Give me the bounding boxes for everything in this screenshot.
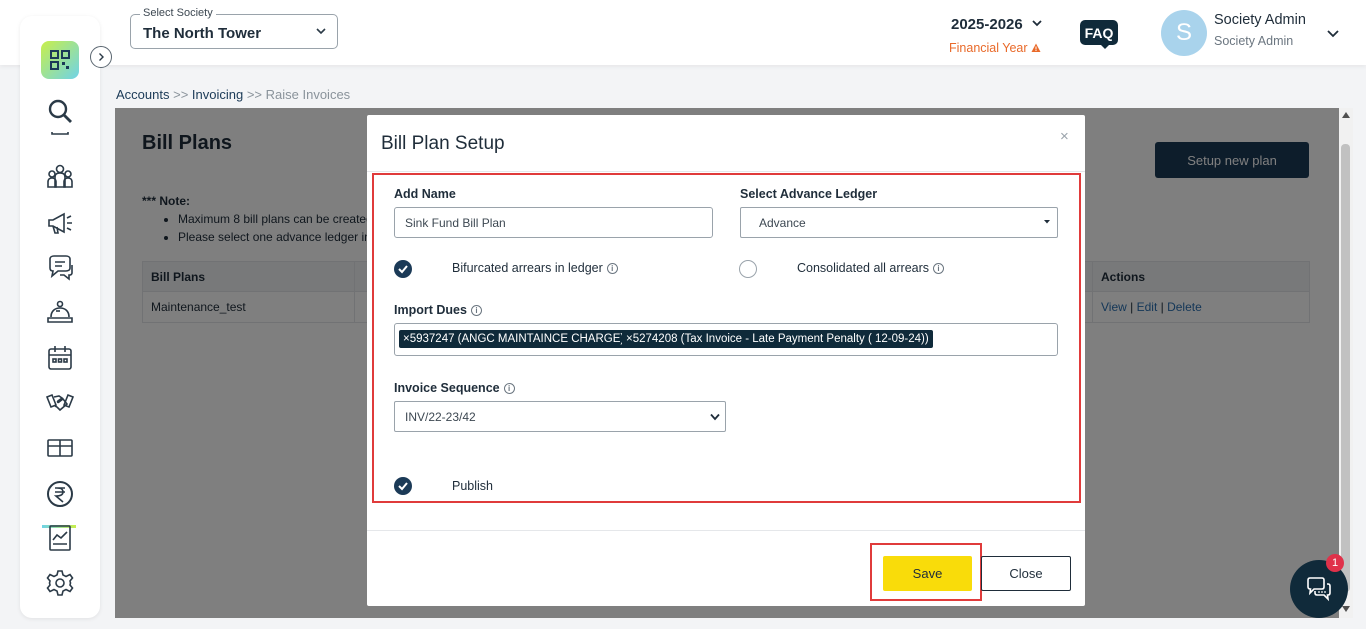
tag-label: 5274208 (Tax Invoice - Late Payment Pena…	[632, 333, 929, 345]
gear-icon	[46, 570, 74, 596]
invoice-sequence-heading: Invoice Sequence i	[394, 381, 515, 395]
breadcrumb-separator: >>	[169, 87, 192, 102]
sidebar-item-messages[interactable]	[45, 252, 75, 282]
divider	[367, 530, 1085, 531]
sidebar-item-members[interactable]	[45, 161, 75, 191]
chevron-right-icon	[99, 53, 104, 61]
sidebar-item-accounts[interactable]	[45, 479, 75, 509]
advance-ledger-label: Select Advance Ledger	[740, 187, 878, 201]
sidebar-item-search[interactable]	[45, 96, 75, 126]
chevron-down-icon[interactable]	[1031, 17, 1043, 29]
faq-button[interactable]: FAQ	[1080, 20, 1118, 45]
society-select-label: Select Society	[140, 7, 216, 19]
invoice-sequence-select[interactable]: INV/22-23/42	[394, 401, 726, 432]
chat-icon	[49, 255, 73, 281]
info-icon[interactable]: i	[933, 262, 945, 274]
financial-year-select[interactable]: 2025-2026	[951, 16, 1023, 33]
breadcrumb: Accounts >> Invoicing >> Raise Invoices	[116, 87, 350, 102]
sidebar-toggle-button[interactable]	[90, 46, 112, 68]
scroll-up-arrow[interactable]	[1342, 112, 1350, 118]
save-button[interactable]: Save	[883, 556, 972, 591]
box-icon	[47, 439, 73, 457]
search-icon	[48, 99, 72, 123]
import-dues-tag: × 5937247 (ANGC MAINTAINCE CHARGE)	[399, 330, 629, 348]
invoice-sequence-value: INV/22-23/42	[405, 409, 476, 424]
report-icon	[49, 525, 71, 551]
info-icon[interactable]: i	[503, 382, 515, 394]
breadcrumb-separator: >>	[243, 87, 266, 102]
financial-year-label: Financial Year	[949, 41, 1041, 55]
chat-icon	[1307, 577, 1331, 602]
close-icon[interactable]: ×	[1060, 128, 1069, 145]
sidebar-item-partners[interactable]	[45, 387, 75, 417]
notification-badge: 1	[1326, 554, 1344, 572]
logo-icon	[50, 50, 70, 70]
rupee-icon	[47, 481, 73, 507]
society-select-value: The North Tower	[143, 25, 262, 42]
consolidated-radio[interactable]	[739, 260, 757, 278]
publish-checkbox[interactable]	[394, 477, 412, 495]
calendar-icon	[48, 346, 72, 370]
megaphone-icon	[48, 212, 72, 234]
breadcrumb-current: Raise Invoices	[265, 87, 351, 102]
bifurcated-radio[interactable]	[394, 260, 412, 278]
check-icon	[398, 482, 408, 491]
advance-ledger-select[interactable]: Advance	[740, 207, 1058, 238]
faq-tail	[1100, 44, 1110, 49]
scroll-down-arrow[interactable]	[1342, 606, 1350, 612]
sidebar-item-facilities[interactable]	[45, 432, 75, 462]
consolidated-label: Consolidated all arrears	[797, 261, 930, 275]
chevron-down-icon	[710, 413, 720, 421]
sidebar-item-announcements[interactable]	[45, 207, 75, 237]
service-bell-icon	[47, 300, 73, 323]
import-dues-label: Import Dues	[394, 303, 467, 317]
user-role: Society Admin	[1214, 34, 1294, 48]
bifurcated-option: Bifurcated arrears in ledger i	[452, 261, 618, 275]
warning-icon	[1031, 43, 1041, 52]
info-icon[interactable]: i	[470, 304, 482, 316]
consolidated-option: Consolidated all arrears i	[797, 261, 945, 275]
sidebar-item-calendar[interactable]	[45, 343, 75, 373]
avatar[interactable]: S	[1161, 10, 1207, 56]
import-dues-tag: × 5274208 (Tax Invoice - Late Payment Pen…	[622, 330, 933, 348]
scrollbar[interactable]	[1339, 108, 1353, 618]
financial-year-text: Financial Year	[949, 41, 1028, 55]
user-name: Society Admin	[1214, 12, 1306, 28]
advance-ledger-value: Advance	[759, 215, 806, 230]
chevron-down-icon	[316, 28, 326, 35]
import-dues-heading: Import Dues i	[394, 303, 482, 317]
add-name-label: Add Name	[394, 187, 456, 201]
check-icon	[398, 265, 408, 274]
sidebar-item-reports[interactable]	[45, 523, 75, 553]
tag-label: 5937247 (ANGC MAINTAINCE CHARGE)	[409, 333, 625, 345]
info-icon[interactable]: i	[606, 262, 618, 274]
divider	[367, 171, 1085, 172]
building-icon	[51, 132, 69, 135]
top-bar: Select Society The North Tower 2025-2026…	[0, 0, 1366, 65]
bill-plan-setup-modal: Bill Plan Setup × Add Name Sink Fund Bil…	[367, 115, 1085, 606]
sidebar-item-settings[interactable]	[45, 568, 75, 598]
sidebar	[20, 16, 112, 618]
sidebar-item-building[interactable]	[45, 132, 75, 144]
breadcrumb-invoicing[interactable]: Invoicing	[192, 87, 243, 102]
chevron-down-icon[interactable]	[1326, 26, 1340, 40]
modal-title: Bill Plan Setup	[381, 133, 505, 154]
handshake-icon	[46, 393, 74, 412]
scroll-thumb[interactable]	[1341, 144, 1350, 592]
members-icon	[47, 164, 73, 188]
tag-remove-icon[interactable]: ×	[403, 333, 410, 345]
publish-label: Publish	[452, 479, 493, 493]
invoice-sequence-label: Invoice Sequence	[394, 381, 500, 395]
sidebar-item-helpdesk[interactable]	[45, 298, 75, 328]
app-logo[interactable]	[41, 41, 79, 79]
breadcrumb-accounts[interactable]: Accounts	[116, 87, 169, 102]
tag-remove-icon[interactable]: ×	[626, 333, 633, 345]
bifurcated-label: Bifurcated arrears in ledger	[452, 261, 603, 275]
caret-down-icon	[1044, 220, 1050, 224]
add-name-input[interactable]: Sink Fund Bill Plan	[394, 207, 713, 238]
close-button[interactable]: Close	[981, 556, 1071, 591]
society-select[interactable]: Select Society The North Tower	[130, 7, 338, 49]
